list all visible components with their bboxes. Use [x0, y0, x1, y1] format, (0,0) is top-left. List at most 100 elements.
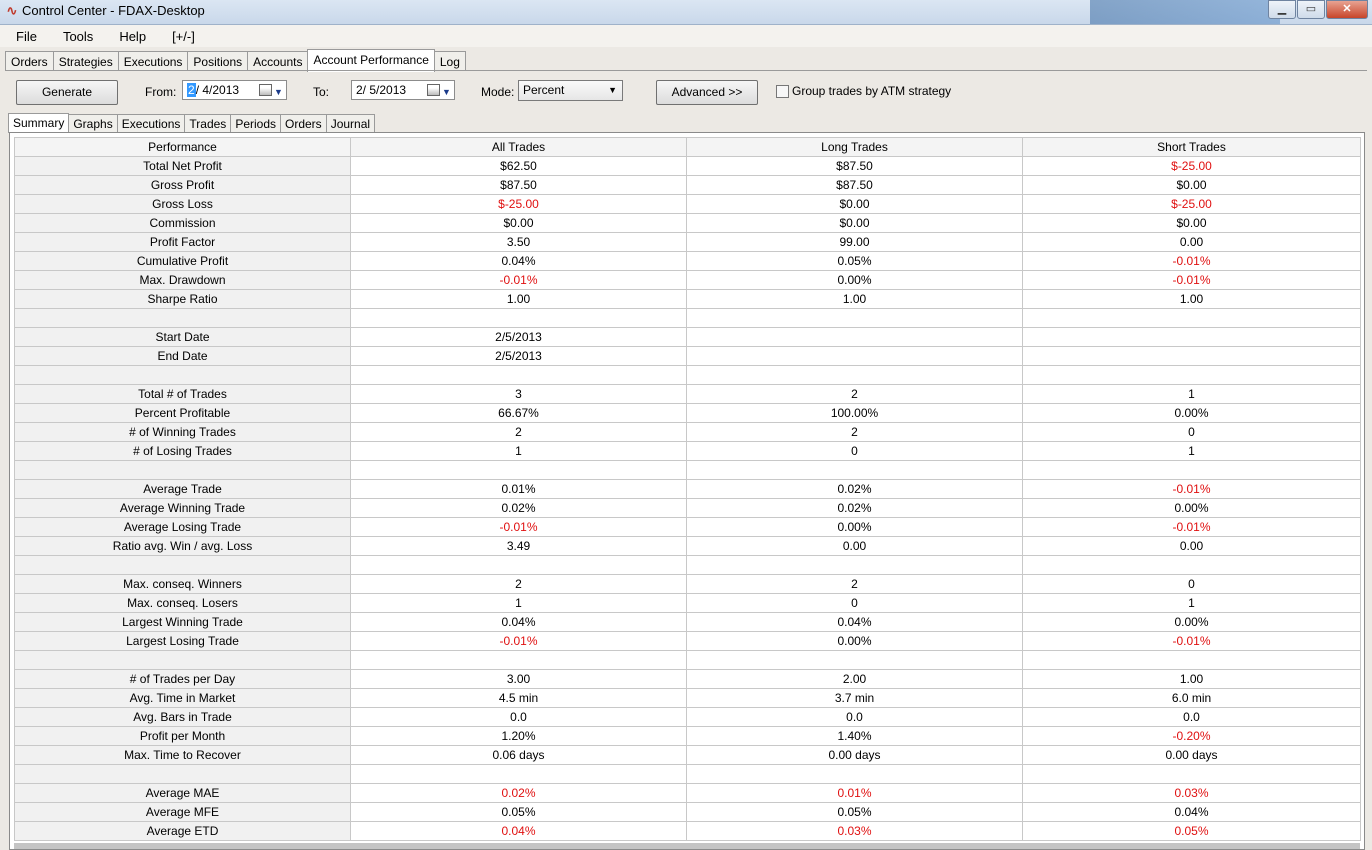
minimize-icon[interactable]: ▁ — [1268, 0, 1296, 19]
table-row[interactable] — [14, 555, 1361, 575]
from-label: From: — [145, 85, 177, 99]
table-row[interactable]: Average Losing Trade -0.01% 0.00% -0.01% — [14, 517, 1361, 537]
table-row[interactable]: Max. Time to Recover 0.06 days 0.00 days 0.… — [14, 745, 1361, 765]
short-trades-cell — [1022, 555, 1361, 575]
table-row[interactable]: Profit Factor 3.50 99.00 0.00 — [14, 232, 1361, 252]
column-header-performance[interactable]: Performance — [14, 137, 351, 157]
mode-select[interactable]: Percent ▼ — [518, 80, 623, 101]
table-row[interactable]: Max. conseq. Winners 2 2 0 — [14, 574, 1361, 594]
advanced-button[interactable]: Advanced >> — [656, 80, 758, 105]
table-row[interactable]: Total # of Trades 3 2 1 — [14, 384, 1361, 404]
long-trades-cell: $87.50 — [686, 175, 1023, 195]
short-trades-cell: 1.00 — [1022, 289, 1361, 309]
table-row[interactable] — [14, 650, 1361, 670]
table-row[interactable]: Avg. Time in Market 4.5 min 3.7 min 6.0 min — [14, 688, 1361, 708]
calendar-icon[interactable] — [427, 84, 440, 96]
tab-periods[interactable]: Periods — [230, 114, 281, 132]
table-row[interactable]: Largest Winning Trade 0.04% 0.04% 0.00% — [14, 612, 1361, 632]
all-trades-cell: 2 — [350, 574, 687, 594]
table-row[interactable]: Gross Profit $87.50 $87.50 $0.00 — [14, 175, 1361, 195]
all-trades-cell: 3 — [350, 384, 687, 404]
short-trades-cell — [1022, 327, 1361, 347]
table-row[interactable]: Start Date 2/5/2013 — [14, 327, 1361, 347]
maximize-icon[interactable]: ▭ — [1297, 0, 1325, 19]
grid-scroll-region — [14, 843, 1360, 849]
table-row[interactable]: Average MAE 0.02% 0.01% 0.03% — [14, 783, 1361, 803]
table-row[interactable]: Max. Drawdown -0.01% 0.00% -0.01% — [14, 270, 1361, 290]
table-row[interactable]: # of Winning Trades 2 2 0 — [14, 422, 1361, 442]
all-trades-cell — [350, 555, 687, 575]
long-trades-cell: 1.00 — [686, 289, 1023, 309]
table-header-row: Performance All Trades Long Trades Short Tr… — [14, 137, 1361, 157]
table-row[interactable]: Total Net Profit $62.50 $87.50 $-25.00 — [14, 156, 1361, 176]
row-label: Cumulative Profit — [14, 251, 351, 271]
tab-orders[interactable]: Orders — [280, 114, 327, 132]
tab-orders[interactable]: Orders — [5, 51, 54, 71]
table-row[interactable] — [14, 460, 1361, 480]
long-trades-cell: 0.05% — [686, 251, 1023, 271]
tab-account-performance[interactable]: Account Performance — [307, 49, 435, 72]
chevron-down-icon[interactable]: ▼ — [442, 83, 451, 101]
menu-file[interactable]: File — [0, 29, 47, 44]
table-row[interactable]: Percent Profitable 66.67% 100.00% 0.00% — [14, 403, 1361, 423]
short-trades-cell: 6.0 min — [1022, 688, 1361, 708]
table-row[interactable]: Commission $0.00 $0.00 $0.00 — [14, 213, 1361, 233]
calendar-icon[interactable] — [259, 84, 272, 96]
table-row[interactable]: Ratio avg. Win / avg. Loss 3.49 0.00 0.00 — [14, 536, 1361, 556]
table-row[interactable] — [14, 365, 1361, 385]
all-trades-cell: -0.01% — [350, 631, 687, 651]
all-trades-cell — [350, 365, 687, 385]
close-icon[interactable]: ✕ — [1326, 0, 1368, 19]
table-row[interactable]: Profit per Month 1.20% 1.40% -0.20% — [14, 726, 1361, 746]
column-header-short-trades[interactable]: Short Trades — [1022, 137, 1361, 157]
menu-expand-toggle[interactable]: [+/-] — [156, 29, 205, 44]
row-label: Average MFE — [14, 802, 351, 822]
table-row[interactable]: Average Trade 0.01% 0.02% -0.01% — [14, 479, 1361, 499]
tab-graphs[interactable]: Graphs — [68, 114, 118, 132]
table-row[interactable] — [14, 764, 1361, 784]
column-header-long-trades[interactable]: Long Trades — [686, 137, 1023, 157]
to-date-picker[interactable]: 2/ 5/2013 ▼ — [351, 80, 455, 100]
table-row[interactable]: Sharpe Ratio 1.00 1.00 1.00 — [14, 289, 1361, 309]
menu-help[interactable]: Help — [103, 29, 156, 44]
long-trades-cell — [686, 346, 1023, 366]
table-row[interactable]: # of Losing Trades 1 0 1 — [14, 441, 1361, 461]
generate-button[interactable]: Generate — [16, 80, 118, 105]
tab-journal[interactable]: Journal — [325, 114, 376, 132]
table-row[interactable] — [14, 308, 1361, 328]
group-trades-checkbox[interactable] — [776, 85, 789, 98]
table-row[interactable]: Gross Loss $-25.00 $0.00 $-25.00 — [14, 194, 1361, 214]
tab-accounts[interactable]: Accounts — [247, 51, 309, 71]
column-header-all-trades[interactable]: All Trades — [350, 137, 687, 157]
all-trades-cell: 0.02% — [350, 498, 687, 518]
tab-log[interactable]: Log — [433, 51, 466, 71]
tab-positions[interactable]: Positions — [187, 51, 249, 71]
chevron-down-icon[interactable]: ▼ — [274, 83, 283, 101]
long-trades-cell: 0.01% — [686, 783, 1023, 803]
table-row[interactable]: End Date 2/5/2013 — [14, 346, 1361, 366]
table-row[interactable]: Avg. Bars in Trade 0.0 0.0 0.0 — [14, 707, 1361, 727]
tab-trades[interactable]: Trades — [184, 114, 232, 132]
from-date-picker[interactable]: 2/ 4/2013 ▼ — [182, 80, 287, 100]
table-row[interactable]: Max. conseq. Losers 1 0 1 — [14, 593, 1361, 613]
table-row[interactable]: Average Winning Trade 0.02% 0.02% 0.00% — [14, 498, 1361, 518]
long-trades-cell — [686, 308, 1023, 328]
short-trades-cell: 0.00 — [1022, 536, 1361, 556]
group-trades-label: Group trades by ATM strategy — [792, 84, 952, 98]
table-row[interactable]: Cumulative Profit 0.04% 0.05% -0.01% — [14, 251, 1361, 271]
long-trades-cell — [686, 650, 1023, 670]
long-trades-cell: $87.50 — [686, 156, 1023, 176]
tab-summary[interactable]: Summary — [8, 113, 70, 133]
table-row[interactable]: Average MFE 0.05% 0.05% 0.04% — [14, 802, 1361, 822]
tab-strategies[interactable]: Strategies — [52, 51, 119, 71]
tab-executions[interactable]: Executions — [117, 51, 189, 71]
table-row[interactable]: Largest Losing Trade -0.01% 0.00% -0.01% — [14, 631, 1361, 651]
long-trades-cell — [686, 555, 1023, 575]
all-trades-cell: 0.05% — [350, 802, 687, 822]
table-row[interactable]: Average ETD 0.04% 0.03% 0.05% — [14, 821, 1361, 841]
menu-tools[interactable]: Tools — [47, 29, 103, 44]
tab-executions[interactable]: Executions — [116, 114, 186, 132]
table-row[interactable]: # of Trades per Day 3.00 2.00 1.00 — [14, 669, 1361, 689]
long-trades-cell: 0.00% — [686, 517, 1023, 537]
short-trades-cell: -0.01% — [1022, 631, 1361, 651]
